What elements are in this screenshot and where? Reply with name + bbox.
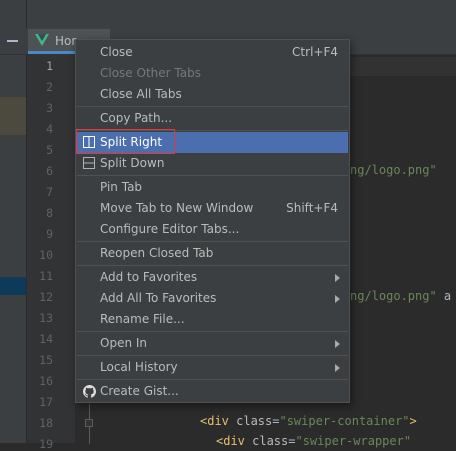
menu-item-label: Close All Tabs	[100, 87, 182, 101]
menu-item-split-down[interactable]: Split Down	[77, 153, 348, 174]
submenu-arrow-icon	[335, 364, 340, 372]
menu-item-rename-file[interactable]: Rename File...	[77, 309, 348, 330]
menu-item-close-all-tabs[interactable]: Close All Tabs	[77, 84, 348, 105]
line-number: 9	[46, 227, 53, 241]
menu-item-move-tab-new-window[interactable]: Move Tab to New Window Shift+F4	[77, 198, 348, 219]
split-horizontal-icon	[83, 157, 95, 169]
code-string: "swiper-container"	[279, 414, 410, 428]
code-tag: >	[409, 414, 417, 428]
line-number: 3	[46, 101, 53, 115]
code-line-18: <div class="swiper-container">	[200, 414, 417, 428]
menu-separator	[77, 175, 348, 176]
submenu-arrow-icon	[335, 274, 340, 282]
menu-separator	[77, 379, 348, 380]
menu-separator	[77, 331, 348, 332]
menu-item-label: Create Gist...	[100, 384, 179, 398]
title-bar-area	[0, 0, 456, 28]
line-number: 2	[46, 80, 53, 94]
menu-item-label: Configure Editor Tabs...	[100, 222, 240, 236]
menu-item-label: Rename File...	[100, 312, 185, 326]
line-number: 6	[46, 164, 53, 178]
menu-item-open-in[interactable]: Open In	[77, 333, 348, 354]
menu-item-label: Copy Path...	[100, 111, 173, 125]
fold-marker[interactable]	[85, 419, 93, 427]
menu-separator	[77, 106, 348, 107]
line-number: 17	[39, 395, 53, 409]
submenu-arrow-icon	[335, 295, 340, 303]
code-line-12: ng/logo.png" a	[350, 289, 451, 303]
menu-item-copy-path[interactable]: Copy Path...	[77, 108, 348, 129]
code-string: ng/logo.png"	[350, 289, 437, 303]
menu-item-label: Pin Tab	[100, 180, 143, 194]
menu-item-label: Add All To Favorites	[100, 291, 217, 305]
line-number: 12	[39, 290, 53, 304]
code-line-19: <div class="swiper-wrapper"	[216, 434, 411, 448]
code-string: ng/logo.png"	[350, 163, 437, 177]
menu-item-label: Move Tab to New Window	[100, 201, 254, 215]
line-number: 4	[46, 122, 53, 136]
line-number: 13	[39, 311, 53, 325]
menu-separator	[77, 355, 348, 356]
menu-separator	[77, 265, 348, 266]
project-panel-highlight	[0, 97, 26, 135]
github-icon	[83, 385, 96, 398]
menu-item-local-history[interactable]: Local History	[77, 357, 348, 378]
project-panel-selection	[0, 277, 26, 295]
menu-separator	[77, 241, 348, 242]
code-tag: <div	[216, 434, 253, 448]
menu-item-configure-editor-tabs[interactable]: Configure Editor Tabs...	[77, 219, 348, 240]
code-text: a	[436, 289, 452, 303]
line-number: 18	[39, 416, 53, 430]
code-tag: <div	[200, 414, 237, 428]
tab-context-menu: Close Ctrl+F4 Close Other Tabs Close All…	[75, 39, 350, 403]
menu-item-add-all-to-favorites[interactable]: Add All To Favorites	[77, 288, 348, 309]
line-number: 8	[46, 206, 53, 220]
line-number: 16	[39, 374, 53, 388]
menu-item-shortcut: Shift+F4	[286, 201, 338, 215]
menu-item-label: Reopen Closed Tab	[100, 246, 214, 260]
menu-item-pin-tab[interactable]: Pin Tab	[77, 177, 348, 198]
menu-item-label: Split Down	[100, 156, 165, 170]
menu-item-close-other-tabs[interactable]: Close Other Tabs	[77, 63, 348, 84]
line-number-gutter: 1 2 3 4 5 6 7 8 9 10 11 12 13 14 15 16 1…	[27, 55, 75, 451]
code-attr: class	[236, 414, 273, 428]
code-string: "swiper-wrapper"	[295, 434, 412, 448]
line-number: 5	[46, 143, 53, 157]
menu-item-reopen-closed-tab[interactable]: Reopen Closed Tab	[77, 243, 348, 264]
line-number: 1	[46, 59, 53, 73]
menu-item-label: Close	[100, 45, 133, 59]
submenu-arrow-icon	[335, 340, 340, 348]
code-attr: class	[252, 434, 289, 448]
project-panel[interactable]	[0, 0, 26, 443]
menu-item-label: Open In	[100, 336, 148, 350]
tab-title: Hor	[55, 34, 77, 48]
line-number: 15	[39, 353, 53, 367]
collapse-icon[interactable]	[7, 40, 18, 42]
line-number: 14	[39, 332, 53, 346]
line-number: 7	[46, 185, 53, 199]
menu-item-shortcut: Ctrl+F4	[292, 45, 338, 59]
line-number: 10	[39, 248, 53, 262]
menu-item-close[interactable]: Close Ctrl+F4	[77, 42, 348, 63]
vue-icon	[35, 34, 49, 46]
line-number: 19	[39, 437, 53, 451]
annotation-highlight-box	[76, 129, 175, 154]
menu-item-label: Local History	[100, 360, 178, 374]
line-number: 11	[39, 269, 53, 283]
menu-item-add-to-favorites[interactable]: Add to Favorites	[77, 267, 348, 288]
menu-item-label: Close Other Tabs	[100, 66, 201, 80]
menu-item-create-gist[interactable]: Create Gist...	[77, 381, 348, 402]
menu-item-label: Add to Favorites	[100, 270, 198, 284]
